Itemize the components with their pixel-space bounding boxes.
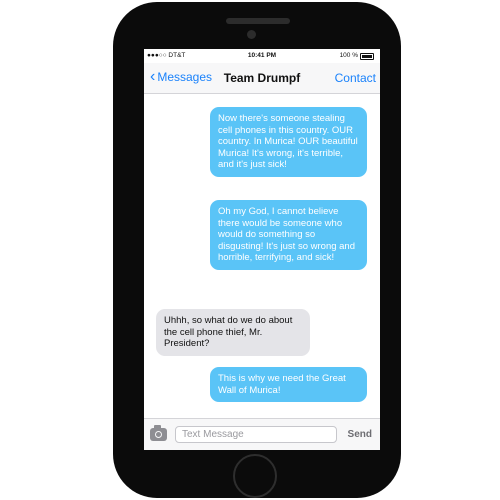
message-bubble-outgoing[interactable]: This is why we need the Great Wall of Mu… [210, 367, 367, 402]
battery-percent: 100 % [339, 52, 358, 59]
message-bubble-outgoing[interactable]: Now there's someone stealing cell phones… [210, 107, 367, 177]
message-bubble-incoming[interactable]: Uhhh, so what do we do about the cell ph… [156, 309, 310, 356]
message-input[interactable]: Text Message [175, 426, 337, 443]
status-bar: ●●●○○ DT&T 10:41 PM 100 % [144, 49, 380, 63]
phone-front-camera [247, 30, 256, 39]
camera-icon[interactable] [150, 425, 167, 441]
phone-speaker [226, 18, 290, 24]
send-button[interactable]: Send [348, 429, 372, 440]
message-input-bar: Text Message Send [144, 418, 380, 450]
home-button[interactable] [233, 454, 277, 498]
message-bubble-outgoing[interactable]: Oh my God, I cannot believe there would … [210, 200, 367, 270]
phone-screen: ●●●○○ DT&T 10:41 PM 100 % ‹ Messages Tea… [144, 49, 380, 450]
nav-bar: ‹ Messages Team Drumpf Contact [144, 63, 380, 94]
contact-button[interactable]: Contact [335, 71, 376, 85]
battery-icon [360, 53, 374, 60]
